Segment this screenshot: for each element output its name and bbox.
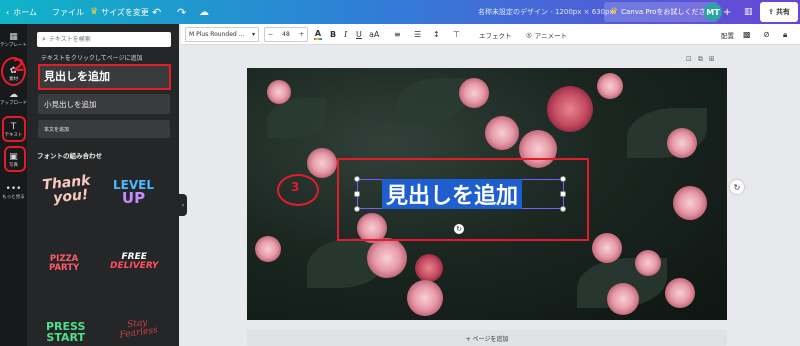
annotation-number-2: 2	[13, 56, 25, 76]
color-bar	[314, 37, 322, 40]
italic-icon[interactable]: I	[344, 27, 347, 42]
collapse-panel-button[interactable]: ‹	[179, 194, 187, 216]
undo-icon[interactable]: ↶	[152, 0, 161, 24]
minus-icon[interactable]: −	[268, 31, 273, 38]
annotation-photo-tab	[4, 146, 26, 172]
more-icon: •••	[5, 184, 22, 194]
document-title[interactable]: 名称未設定のデザイン - 1200px × 630px	[478, 0, 614, 24]
background-flower	[367, 238, 407, 278]
search-box[interactable]: ⌕	[37, 32, 171, 47]
avatar[interactable]: MT	[704, 3, 722, 21]
top-bar: ‹ ホーム ファイル ♛ サイズを変更 ↶ ↷ ☁ 名称未設定のデザイン - 1…	[0, 0, 800, 24]
redo-icon[interactable]: ↷	[177, 0, 186, 24]
background-flower	[267, 80, 291, 104]
font-size-stepper[interactable]: − 48 +	[264, 27, 308, 42]
rail-item-templates[interactable]: ▦ テンプレート	[0, 32, 27, 48]
background-flower	[635, 250, 661, 276]
annotation-text-tab	[2, 116, 26, 142]
background-flower	[255, 236, 281, 262]
combo-pizza-party[interactable]: PIZZA PARTY	[49, 255, 79, 272]
font-family-select[interactable]: M Plus Rounded ... ▾	[185, 27, 259, 42]
annotation-heading-highlight	[38, 64, 171, 90]
file-menu[interactable]: ファイル	[52, 0, 84, 24]
effects-button[interactable]: エフェクト	[479, 27, 512, 42]
background-flower	[673, 186, 707, 220]
position-button[interactable]: 配置	[721, 27, 734, 42]
background-flower	[667, 128, 697, 158]
background-leaf	[267, 98, 327, 138]
chevron-left-icon: ‹	[181, 201, 185, 209]
home-button[interactable]: ‹ ホーム	[6, 0, 37, 24]
underline-icon[interactable]: U	[356, 27, 362, 42]
animate-icon: ◎	[526, 30, 532, 39]
background-leaf	[627, 108, 707, 158]
share-button[interactable]: ⇪ 共有	[760, 2, 798, 22]
text-toolbar: M Plus Rounded ... ▾ − 48 + A B I U aA ≡…	[181, 24, 800, 45]
bold-icon[interactable]: B	[330, 27, 336, 42]
resize-button[interactable]: ♛ サイズを変更	[90, 0, 149, 24]
font-size-value[interactable]: 48	[282, 31, 290, 38]
letter-case-icon[interactable]: aA	[369, 27, 379, 42]
text-color-button[interactable]: A	[314, 27, 322, 42]
spacing-icon[interactable]: ↕	[433, 27, 440, 42]
combo-free-delivery[interactable]: FREE DELIVERY	[110, 253, 158, 271]
chevron-left-icon: ‹	[6, 7, 10, 17]
background-flower	[407, 280, 443, 316]
combo-thank-you[interactable]: Thank you!	[42, 173, 93, 207]
background-flower	[547, 86, 593, 132]
add-member-icon[interactable]: +	[723, 0, 731, 24]
combo-level-up[interactable]: LEVEL UP	[113, 179, 154, 206]
cloud-save-icon[interactable]: ☁	[199, 0, 209, 24]
annotation-canvas-heading	[337, 158, 589, 241]
link-icon[interactable]: ⊘	[763, 27, 770, 42]
add-page-icon[interactable]: ⊞	[709, 55, 715, 64]
rail-item-uploads[interactable]: ☁ アップロード	[0, 90, 27, 106]
crown-icon: ♛	[610, 7, 619, 17]
panel-hint: テキストをクリックしてページに追加	[41, 55, 143, 62]
background-flower	[307, 148, 337, 178]
background-flower	[665, 278, 695, 308]
combo-press-start[interactable]: PRESS START	[46, 321, 85, 343]
search-icon: ⌕	[42, 35, 46, 43]
template-icon: ▦	[9, 32, 18, 42]
background-flower	[592, 233, 622, 263]
plus-icon[interactable]: +	[299, 31, 304, 38]
upload-icon: ⇪	[768, 8, 774, 16]
background-leaf	[397, 78, 467, 123]
vertical-text-icon[interactable]: ⊤	[453, 27, 460, 42]
animate-button[interactable]: ◎ アニメート	[526, 27, 567, 42]
background-flower	[597, 73, 623, 99]
background-flower	[415, 254, 443, 282]
annotation-number-3: 3	[291, 180, 300, 194]
list-icon[interactable]: ☰	[414, 27, 421, 42]
lock-icon[interactable]: 🔒︎	[783, 27, 787, 42]
background-flower	[607, 283, 639, 315]
chevron-down-icon: ▾	[251, 31, 255, 38]
lock-icon[interactable]: ⊡	[686, 55, 692, 64]
background-flower	[485, 116, 519, 150]
search-input[interactable]	[48, 36, 159, 43]
background-flower	[459, 78, 489, 108]
transparency-icon[interactable]: ▩	[743, 27, 751, 42]
font-combos-title: フォントの組み合わせ	[37, 152, 102, 160]
refresh-icon[interactable]: ↻	[730, 180, 744, 194]
upload-icon: ☁	[9, 90, 18, 100]
insights-icon[interactable]: ▥	[744, 0, 753, 24]
try-pro-button[interactable]: ♛ Canva Proをお試しください	[604, 2, 719, 22]
crown-icon: ♛	[90, 7, 99, 17]
page-tools: ⊡ ⧉ ⊞	[686, 55, 715, 64]
text-color-icon: A	[314, 28, 322, 38]
add-body-button[interactable]: 本文を追加	[38, 120, 170, 138]
duplicate-page-icon[interactable]: ⧉	[698, 55, 703, 64]
rail-item-more[interactable]: ••• もっと見る	[0, 184, 27, 200]
combo-stay-fearless[interactable]: Stay Fearless	[118, 317, 158, 341]
align-center-icon[interactable]: ≡	[394, 27, 401, 42]
add-page-button[interactable]: + ページを追加	[247, 330, 727, 346]
add-subheading-button[interactable]: 小見出しを追加	[38, 94, 170, 114]
